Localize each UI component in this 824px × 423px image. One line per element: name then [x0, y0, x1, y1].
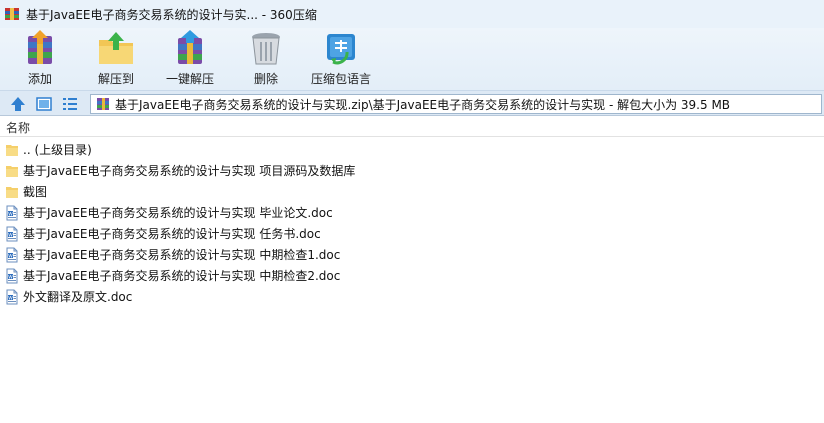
- file-name: 基于JavaEE电子商务交易系统的设计与实现 中期检查1.doc: [23, 248, 341, 262]
- file-row[interactable]: 截图: [0, 181, 824, 202]
- app-window: 基于JavaEE电子商务交易系统的设计与实... - 360压缩 添加 解压到: [0, 0, 824, 423]
- extract-to-label: 解压到: [97, 72, 134, 86]
- one-click-extract-button[interactable]: 一键解压: [166, 30, 214, 88]
- folder-icon: [6, 144, 18, 156]
- title-bar: 基于JavaEE电子商务交易系统的设计与实... - 360压缩: [0, 0, 824, 28]
- window-title: 基于JavaEE电子商务交易系统的设计与实... - 360压缩: [26, 7, 317, 22]
- thumbnail-view-icon[interactable]: [35, 95, 53, 113]
- word-document-icon: W: [6, 226, 18, 241]
- folder-icon: [6, 186, 18, 198]
- folder-icon: [6, 165, 18, 177]
- svg-text:W: W: [8, 295, 13, 301]
- word-document-icon: W: [6, 247, 18, 262]
- file-name: 外文翻译及原文.doc: [23, 290, 133, 304]
- rar-extract-icon: [178, 30, 202, 64]
- file-rows: .. (上级目录) 基于JavaEE电子商务交易系统的设计与实现 项目源码及数据库…: [0, 139, 824, 307]
- archive-path: 基于JavaEE电子商务交易系统的设计与实现.zip\基于JavaEE电子商务交…: [115, 97, 731, 112]
- archive-icon: [97, 98, 109, 110]
- address-bar[interactable]: 基于JavaEE电子商务交易系统的设计与实现.zip\基于JavaEE电子商务交…: [90, 94, 822, 114]
- up-arrow-icon[interactable]: [9, 95, 27, 113]
- delete-button[interactable]: 删除: [246, 30, 286, 88]
- file-name: 基于JavaEE电子商务交易系统的设计与实现 项目源码及数据库: [23, 164, 356, 178]
- app-logo-icon: [5, 8, 19, 20]
- file-row[interactable]: W 基于JavaEE电子商务交易系统的设计与实现 中期检查1.doc: [0, 244, 824, 265]
- file-row[interactable]: 基于JavaEE电子商务交易系统的设计与实现 项目源码及数据库: [0, 160, 824, 181]
- navigation-bar: 基于JavaEE电子商务交易系统的设计与实现.zip\基于JavaEE电子商务交…: [0, 90, 824, 116]
- svg-text:W: W: [8, 253, 13, 259]
- file-name: 截图: [23, 185, 48, 199]
- extract-to-button[interactable]: 解压到: [96, 30, 136, 88]
- file-name: 基于JavaEE电子商务交易系统的设计与实现 任务书.doc: [23, 227, 321, 241]
- file-list: 名称 .. (上级目录) 基于JavaEE电子商务交易系统的设计与实现 项目源码及…: [0, 118, 824, 423]
- file-row[interactable]: .. (上级目录): [0, 139, 824, 160]
- word-document-icon: W: [6, 289, 18, 304]
- file-row[interactable]: W 基于JavaEE电子商务交易系统的设计与实现 任务书.doc: [0, 223, 824, 244]
- language-code-icon: [327, 34, 355, 65]
- delete-label: 删除: [253, 72, 278, 86]
- add-label: 添加: [27, 72, 52, 86]
- file-row[interactable]: W 基于JavaEE电子商务交易系统的设计与实现 毕业论文.doc: [0, 202, 824, 223]
- svg-text:W: W: [8, 274, 13, 280]
- archive-language-button[interactable]: 压缩包语言: [311, 30, 371, 88]
- folder-extract-icon: [99, 32, 133, 64]
- rar-add-icon: [28, 30, 52, 64]
- file-row[interactable]: W 外文翻译及原文.doc: [0, 286, 824, 307]
- file-name: 基于JavaEE电子商务交易系统的设计与实现 中期检查2.doc: [23, 269, 341, 283]
- column-header-name[interactable]: 名称: [0, 118, 824, 137]
- file-name: 基于JavaEE电子商务交易系统的设计与实现 毕业论文.doc: [23, 206, 333, 220]
- word-document-icon: W: [6, 205, 18, 220]
- word-document-icon: W: [6, 268, 18, 283]
- add-button[interactable]: 添加: [20, 30, 60, 88]
- archive-language-label: 压缩包语言: [311, 72, 372, 86]
- svg-text:W: W: [8, 232, 13, 238]
- file-row[interactable]: W 基于JavaEE电子商务交易系统的设计与实现 中期检查2.doc: [0, 265, 824, 286]
- one-click-extract-label: 一键解压: [166, 72, 215, 86]
- svg-text:W: W: [8, 211, 13, 217]
- file-name: .. (上级目录): [23, 143, 92, 157]
- toolbar: 添加 解压到 一键解压 删除 压缩包语言: [0, 28, 824, 90]
- trash-can-icon: [252, 33, 280, 65]
- list-view-icon[interactable]: [61, 95, 79, 113]
